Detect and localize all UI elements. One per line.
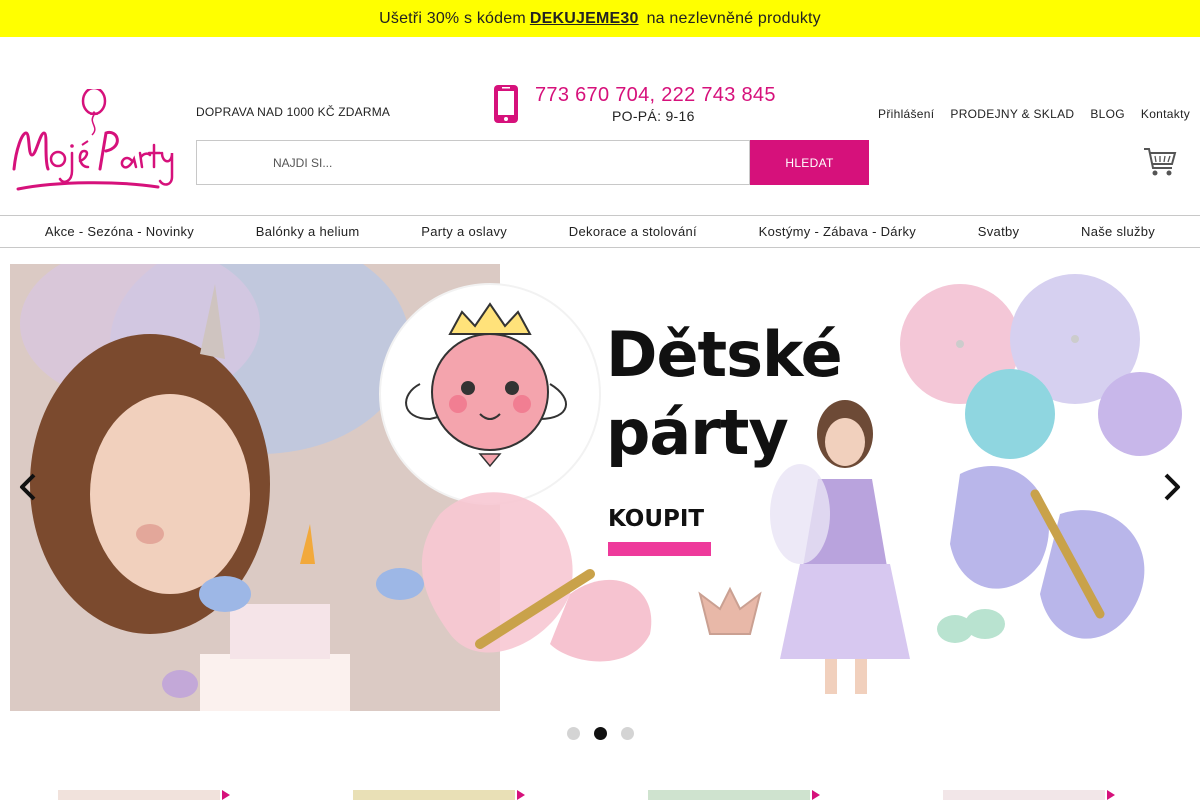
phone-icon (494, 85, 518, 123)
nav-item-svatby[interactable]: Svatby (978, 224, 1020, 239)
brand-logo[interactable] (8, 89, 178, 201)
blog-link[interactable]: BLOG (1090, 107, 1125, 121)
category-tile[interactable] (353, 790, 515, 800)
nav-item-dekorace[interactable]: Dekorace a stolování (569, 224, 697, 239)
banner-cta-label: KOUPIT (608, 506, 705, 532)
tile-arrow-icon (812, 790, 820, 800)
site-header: DOPRAVA NAD 1000 KČ ZDARMA 773 670 704, … (0, 37, 1200, 215)
banner-cta-underline (608, 542, 711, 556)
nav-item-sluzby[interactable]: Naše služby (1081, 224, 1155, 239)
cart-icon[interactable] (1143, 146, 1177, 178)
slide-dot-3[interactable] (620, 727, 634, 740)
nav-item-balonky[interactable]: Balónky a helium (256, 224, 360, 239)
free-shipping-note: DOPRAVA NAD 1000 KČ ZDARMA (196, 105, 391, 119)
slide-dot-1[interactable] (566, 727, 580, 740)
contacts-link[interactable]: Kontakty (1141, 107, 1190, 121)
search-button[interactable]: HLEDAT (750, 140, 869, 185)
search-box (196, 140, 750, 185)
hero-banner[interactable]: Dětské párty KOUPIT (10, 264, 1190, 711)
stores-link[interactable]: PRODEJNY & SKLAD (950, 107, 1074, 121)
promo-suffix: na nezlevněné produkty (646, 9, 821, 27)
tile-arrow-icon (517, 790, 525, 800)
login-link[interactable]: Přihlášení (878, 107, 934, 121)
nav-item-kostymy[interactable]: Kostýmy - Zábava - Dárky (759, 224, 916, 239)
top-links: Přihlášení PRODEJNY & SKLAD BLOG Kontakt… (878, 107, 1190, 121)
tile-arrow-icon (1107, 790, 1115, 800)
banner-title-line1: Dětské (606, 318, 843, 391)
category-tile[interactable] (648, 790, 810, 800)
banner-title: Dětské párty (606, 316, 843, 472)
chevron-left-icon[interactable] (16, 472, 40, 502)
nav-item-party[interactable]: Party a oslavy (421, 224, 507, 239)
tile-arrow-icon (222, 790, 230, 800)
category-tile[interactable] (58, 790, 220, 800)
banner-title-line2: párty (606, 396, 789, 469)
category-tiles (0, 790, 1200, 800)
banner-artwork (10, 264, 1190, 711)
search-input[interactable] (273, 141, 743, 184)
slider-dots (0, 727, 1200, 740)
slide-dot-2[interactable] (593, 727, 607, 740)
nav-item-akce[interactable]: Akce - Sezóna - Novinky (45, 224, 194, 239)
opening-hours: PO-PÁ: 9-16 (612, 108, 695, 124)
category-tile[interactable] (943, 790, 1105, 800)
phone-numbers[interactable]: 773 670 704, 222 743 845 (535, 84, 776, 107)
promo-code: DEKUJEME30 (529, 9, 639, 27)
chevron-right-icon[interactable] (1160, 472, 1184, 502)
banner-cta[interactable]: KOUPIT (608, 506, 711, 556)
promo-prefix: Ušetři 30% s kódem (379, 9, 526, 27)
category-nav: Akce - Sezóna - Novinky Balónky a helium… (0, 215, 1200, 248)
promo-bar: Ušetři 30% s kódem DEKUJEME30 na nezlevn… (0, 0, 1200, 37)
